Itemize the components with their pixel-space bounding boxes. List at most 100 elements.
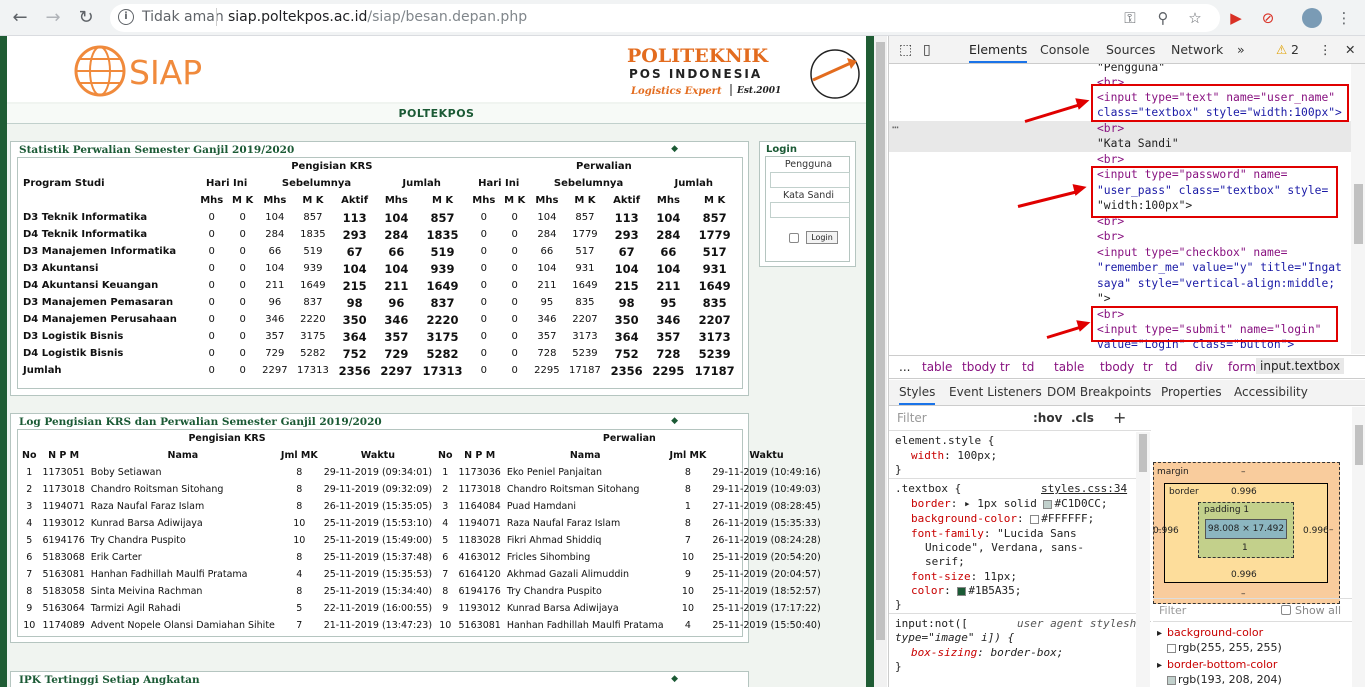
stylesheet-link[interactable]: styles.css:34 bbox=[1041, 482, 1127, 497]
breadcrumb-item[interactable]: table bbox=[1054, 360, 1084, 374]
breadcrumb-item[interactable]: td bbox=[1165, 360, 1177, 374]
breadcrumb-item[interactable]: tbody bbox=[962, 360, 996, 374]
tab-dom-breakpoints[interactable]: DOM Breakpoints bbox=[1047, 385, 1151, 399]
expand-icon[interactable]: ▸ bbox=[1157, 628, 1162, 639]
login-button[interactable]: Login bbox=[806, 231, 838, 244]
tab-event-listeners[interactable]: Event Listeners bbox=[949, 385, 1042, 399]
styles-filter-input[interactable]: Filter bbox=[897, 411, 927, 425]
breadcrumb-item[interactable]: input.textbox bbox=[1256, 358, 1345, 374]
cls-toggle[interactable]: .cls bbox=[1071, 411, 1094, 425]
scrollbar-thumb[interactable] bbox=[1139, 434, 1147, 472]
code-line[interactable]: "Pengguna" bbox=[1097, 64, 1165, 76]
tab-sources[interactable]: Sources bbox=[1106, 42, 1155, 57]
group-header-krs: Pengisian KRS bbox=[188, 433, 266, 444]
profile-avatar[interactable] bbox=[1302, 8, 1322, 28]
page-scrollbar[interactable] bbox=[874, 36, 887, 687]
breadcrumb-item[interactable]: tbody bbox=[1100, 360, 1134, 374]
styles-scrollbar[interactable] bbox=[1136, 432, 1150, 687]
rule-declaration[interactable]: color: #1B5A35; bbox=[911, 584, 1021, 599]
table-cell: 7 bbox=[296, 620, 303, 631]
devtools-menu-icon[interactable]: ⋮ bbox=[1319, 42, 1332, 57]
tab-properties[interactable]: Properties bbox=[1161, 385, 1222, 399]
node-ellipsis-icon[interactable]: ⋯ bbox=[892, 120, 899, 136]
breadcrumb-item[interactable]: div bbox=[1195, 360, 1213, 374]
code-line[interactable]: <br> bbox=[1097, 229, 1124, 245]
table-cell: 0 bbox=[239, 348, 246, 359]
remember-me-checkbox[interactable] bbox=[789, 233, 799, 243]
password-input[interactable] bbox=[770, 202, 850, 218]
collapse-icon[interactable]: ◆ bbox=[671, 416, 678, 426]
table-cell: 0 bbox=[511, 229, 518, 240]
inspect-icon[interactable]: ⬚ bbox=[899, 42, 912, 58]
username-input[interactable] bbox=[770, 172, 850, 188]
code-line[interactable]: <input type="checkbox" name= bbox=[1097, 245, 1287, 261]
rule-declaration[interactable]: background-color: #FFFFFF; bbox=[911, 512, 1094, 527]
device-toggle-icon[interactable]: ▯ bbox=[923, 42, 931, 58]
scrollbar-thumb[interactable] bbox=[876, 42, 885, 640]
url-text[interactable]: siap.poltekpos.ac.id/siap/besan.depan.ph… bbox=[228, 9, 527, 25]
table-cell: 1835 bbox=[300, 229, 326, 240]
color-swatch[interactable] bbox=[1030, 514, 1040, 524]
rule-declaration[interactable]: font-family: "Lucida Sans bbox=[911, 527, 1077, 542]
tab-console[interactable]: Console bbox=[1040, 42, 1090, 57]
scrollbar-thumb[interactable] bbox=[1354, 184, 1363, 244]
code-line[interactable]: "> bbox=[1097, 291, 1111, 307]
scrollbar-thumb[interactable] bbox=[1355, 425, 1363, 465]
breadcrumb-item[interactable]: tr bbox=[1143, 360, 1153, 374]
reload-icon[interactable]: ↻ bbox=[74, 6, 98, 30]
login-form: Pengguna Kata Sandi Login bbox=[765, 156, 850, 262]
table-cell: 96 bbox=[388, 295, 405, 310]
tab-styles[interactable]: Styles bbox=[899, 385, 936, 405]
code-line[interactable]: <br> bbox=[1097, 353, 1124, 354]
color-swatch[interactable] bbox=[1043, 499, 1053, 509]
breadcrumb-item[interactable]: table bbox=[922, 360, 952, 374]
warning-icon[interactable]: ⚠ bbox=[1276, 42, 1287, 57]
devtools-close-icon[interactable]: ✕ bbox=[1345, 42, 1355, 57]
color-swatch[interactable] bbox=[1167, 675, 1176, 685]
zoom-icon[interactable]: ⚲ bbox=[1153, 8, 1173, 28]
elements-scrollbar[interactable] bbox=[1351, 64, 1365, 354]
tab-network[interactable]: Network bbox=[1171, 42, 1223, 57]
padding-label: padding 1 bbox=[1204, 505, 1250, 515]
add-rule-icon[interactable]: + bbox=[1113, 408, 1126, 427]
color-swatch[interactable] bbox=[1167, 643, 1176, 653]
extension-block-icon[interactable]: ⊘ bbox=[1258, 8, 1278, 28]
more-tabs-icon[interactable]: » bbox=[1237, 42, 1245, 57]
rule-declaration[interactable]: border: ▸ 1px solid #C1D0CC; bbox=[911, 497, 1107, 512]
table-cell: 3173 bbox=[698, 329, 731, 344]
hov-toggle[interactable]: :hov bbox=[1033, 411, 1062, 425]
tab-accessibility[interactable]: Accessibility bbox=[1234, 385, 1308, 399]
code-line[interactable]: saya" style="vertical-align:middle; bbox=[1097, 276, 1335, 292]
code-line[interactable]: "remember_me" value="y" title="Ingat bbox=[1097, 260, 1342, 276]
margin-right: – bbox=[1329, 525, 1334, 535]
breadcrumb-item[interactable]: ... bbox=[899, 360, 910, 374]
color-swatch[interactable] bbox=[957, 586, 967, 596]
code-line[interactable]: "Kata Sandi" bbox=[1097, 136, 1179, 152]
breadcrumb-item[interactable]: form bbox=[1228, 360, 1256, 374]
expand-icon[interactable]: ▸ bbox=[1157, 660, 1162, 671]
forward-icon[interactable]: → bbox=[41, 6, 65, 30]
bookmark-star-icon[interactable]: ☆ bbox=[1185, 8, 1205, 28]
rule-declaration[interactable]: font-size: 11px; bbox=[911, 570, 1017, 585]
table-cell: 25-11-2019 (15:37:48) bbox=[323, 552, 433, 563]
tab-elements[interactable]: Elements bbox=[969, 42, 1028, 63]
table-cell: 0 bbox=[511, 280, 518, 291]
collapse-icon[interactable]: ◆ bbox=[671, 674, 678, 684]
computed-filter-input[interactable]: Filter bbox=[1159, 604, 1186, 617]
menu-icon[interactable]: ⋮ bbox=[1334, 8, 1354, 28]
breadcrumb-item[interactable]: tr bbox=[1000, 360, 1010, 374]
show-all-checkbox[interactable] bbox=[1281, 605, 1291, 615]
address-bar[interactable]: i Tidak aman siap.poltekpos.ac.id/siap/b… bbox=[110, 4, 1220, 32]
back-icon[interactable]: ← bbox=[8, 6, 32, 30]
table-cell: 2 bbox=[26, 484, 33, 495]
computed-scrollbar[interactable] bbox=[1352, 407, 1365, 687]
collapse-icon[interactable]: ◆ bbox=[671, 144, 678, 154]
rule-declaration[interactable]: width: 100px; bbox=[911, 449, 997, 464]
breadcrumb-item[interactable]: td bbox=[1022, 360, 1034, 374]
key-icon[interactable]: ⚿ bbox=[1120, 8, 1140, 28]
table-cell: Sinta Meivina Rachman bbox=[90, 586, 203, 597]
code-line[interactable]: <br> bbox=[1097, 121, 1124, 137]
info-icon[interactable]: i bbox=[118, 9, 134, 25]
extension-video-icon[interactable]: ▶ bbox=[1226, 8, 1246, 28]
margin-box: margin – – – – border 0.996 0.996 0.996 … bbox=[1153, 462, 1340, 604]
